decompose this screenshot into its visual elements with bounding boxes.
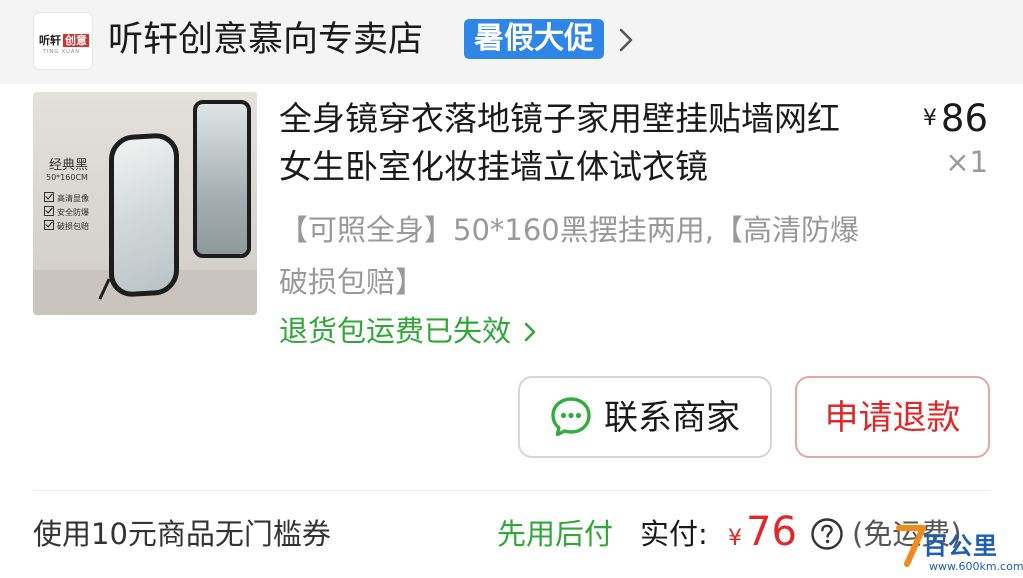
product-image-feature: 高清显像 xyxy=(44,192,89,206)
watermark-url: www.600km.com xyxy=(929,560,1023,573)
chevron-right-icon[interactable] xyxy=(616,26,636,54)
actual-amount: 76 xyxy=(746,509,797,555)
price-amount: 86 xyxy=(940,97,988,140)
store-logo-wordmark: 听轩 创意 xyxy=(39,32,89,48)
store-header[interactable]: 听轩 创意 TING XUAN 听轩创意慕向专卖店 暑假大促 xyxy=(0,0,1023,84)
help-circle-icon[interactable] xyxy=(810,517,844,551)
actual-currency: ¥ xyxy=(728,526,742,551)
actual-payment-amount: ¥76 xyxy=(728,505,797,567)
product-image-feature: 安全防爆 xyxy=(44,206,89,220)
feature-label: 破损包赔 xyxy=(57,222,89,231)
checkbox-icon xyxy=(44,192,54,202)
store-logo[interactable]: 听轩 创意 TING XUAN xyxy=(33,12,93,70)
divider xyxy=(33,490,990,491)
product-sku: 【可照全身】50*160黑摆挂两用,【高清防爆 破损包赔】 xyxy=(279,213,859,299)
coupon-info[interactable]: 使用10元商品无门槛券 xyxy=(33,512,331,556)
pay-later-label: 先用后付 xyxy=(497,517,614,551)
request-refund-button[interactable]: 申请退款 xyxy=(795,376,990,458)
feature-label: 安全防爆 xyxy=(57,208,89,217)
watermark: 百公里 www.600km.com xyxy=(893,522,1023,576)
product-title[interactable]: 全身镜穿衣落地镜子家用壁挂贴墙网红女生卧室化妆挂墙立体试衣镜 xyxy=(279,95,869,191)
product-price: ¥86 xyxy=(923,96,988,142)
contact-merchant-button[interactable]: 联系商家 xyxy=(518,376,772,458)
product-image-feature: 破损包赔 xyxy=(44,220,89,234)
chevron-right-icon xyxy=(524,322,536,342)
watermark-text: 百公里 xyxy=(923,532,998,560)
checkbox-icon xyxy=(44,206,54,216)
chat-bubble-icon xyxy=(551,397,591,437)
return-shipping-notice[interactable]: 退货包运费已失效 xyxy=(279,311,538,351)
product-thumbnail[interactable]: 经典黑 50*160CM 高清显像 安全防爆 破损包赔 xyxy=(33,92,257,315)
product-quantity: ×1 xyxy=(945,145,988,179)
store-name[interactable]: 听轩创意慕向专卖店 xyxy=(108,16,423,64)
product-image-title: 经典黑 xyxy=(49,158,89,173)
store-logo-subtext: TING XUAN xyxy=(43,49,80,55)
contact-merchant-label: 联系商家 xyxy=(604,398,740,438)
return-notice-label: 退货包运费已失效 xyxy=(279,314,512,348)
feature-label: 高清显像 xyxy=(57,194,89,203)
actual-payment-label: 实付: xyxy=(640,517,708,551)
mirror-wall-illustration xyxy=(193,100,251,258)
promo-badge: 暑假大促 xyxy=(464,19,604,59)
store-logo-text-b: 创意 xyxy=(63,34,89,47)
checkbox-icon xyxy=(44,220,54,230)
price-currency: ¥ xyxy=(922,106,937,131)
mirror-standing-illustration xyxy=(109,132,179,298)
store-logo-text-a: 听轩 xyxy=(39,34,61,47)
product-image-features: 高清显像 安全防爆 破损包赔 xyxy=(44,192,89,234)
product-image-size: 50*160CM xyxy=(46,173,88,182)
